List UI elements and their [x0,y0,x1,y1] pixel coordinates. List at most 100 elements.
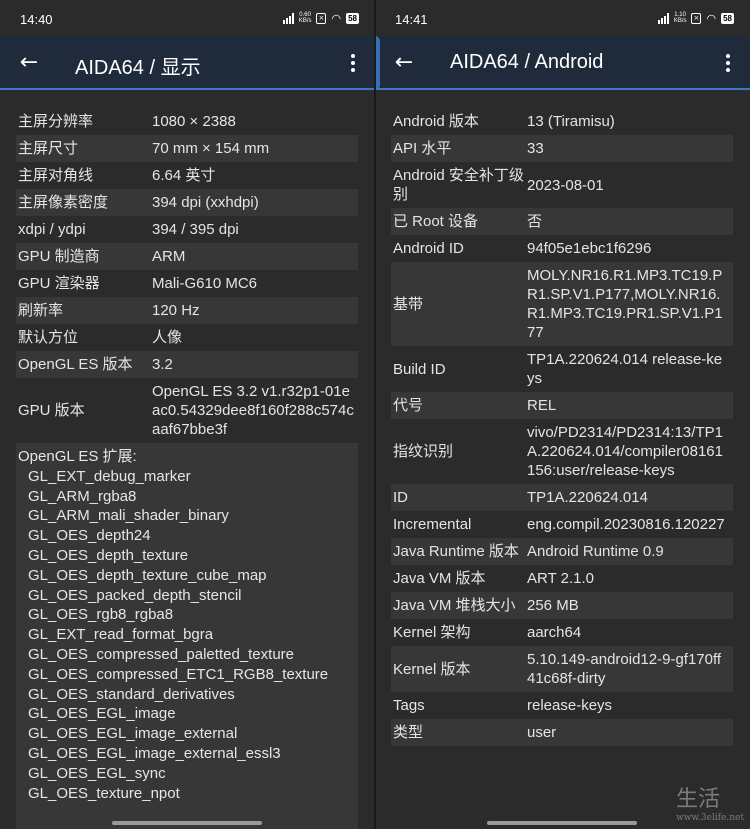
extension-item: GL_OES_compressed_ETC1_RGB8_texture [28,665,329,683]
info-value: 256 MB [527,597,579,614]
extension-item: GL_OES_rgb8_rgba8 [28,606,174,624]
info-row[interactable]: 基带 MOLY.NR16.R1.MP3.TC19.PR1.SP.V1.P177,M… [391,262,733,346]
wifi-icon: ◠ [331,11,342,25]
info-value: 13 (Tiramisu) [527,113,615,130]
right-screen: 14:41 1.10 KB/s × ◠ 58 ← AIDA64 / Android… [375,0,750,829]
info-value: release-keys [527,697,613,714]
info-row[interactable]: GPU 渲染器 Mali-G610 MC6 [16,270,358,297]
info-key: API 水平 [393,140,452,157]
home-indicator[interactable] [112,821,262,825]
info-row[interactable]: 刷新率 120 Hz [16,297,358,324]
extension-item: GL_OES_depth_texture [28,546,189,564]
info-key: OpenGL ES 版本 [18,356,133,373]
status-time: 14:40 [20,12,53,27]
signal-icon [657,12,669,24]
info-value: Android Runtime 0.9 [527,543,664,560]
info-row[interactable]: ID TP1A.220624.014 [391,484,733,511]
status-icons: 1.10 KB/s × ◠ 58 [657,12,734,24]
extension-item: GL_OES_compressed_paletted_texture [28,645,294,663]
info-key: 主屏尺寸 [18,140,79,157]
info-row[interactable]: GPU 版本 OpenGL ES 3.2 v1.r32p1-01eac0.5432… [16,378,358,443]
info-value: 70 mm × 154 mm [152,140,270,157]
info-row[interactable]: Incremental eng.compil.20230816.120227 [391,511,733,538]
info-row[interactable]: GPU 制造商 ARM [16,243,358,270]
extension-item: GL_OES_packed_depth_stencil [28,586,242,604]
info-list: 主屏分辨率 1080 × 2388 主屏尺寸 70 mm × 154 mm 主屏对角线 6… [16,108,358,829]
extension-item: GL_OES_depth_texture_cube_map [28,566,267,584]
info-row[interactable]: Android 版本 13 (Tiramisu) [391,108,733,135]
info-row[interactable]: 已 Root 设备 否 [391,208,733,235]
home-indicator[interactable] [487,821,637,825]
status-bar: 14:40 0.60 KB/s × ◠ 58 [0,0,375,36]
status-time: 14:41 [395,12,428,27]
extension-item: GL_OES_depth24 [28,527,151,545]
info-row[interactable]: Kernel 版本 5.10.149-android12-9-gf170ff41c… [391,646,733,692]
info-value: 6.64 英寸 [152,167,216,184]
signal-icon [282,12,294,24]
info-row[interactable]: Tags release-keys [391,692,733,719]
back-arrow-icon[interactable]: ← [389,48,419,78]
info-row[interactable]: Android ID 94f05e1ebc1f6296 [391,235,733,262]
info-row[interactable]: xdpi / ydpi 394 / 395 dpi [16,216,358,243]
info-row[interactable]: Java Runtime 版本 Android Runtime 0.9 [391,538,733,565]
more-vert-icon[interactable] [720,48,736,78]
info-key: 刷新率 [18,302,64,319]
info-list: Android 版本 13 (Tiramisu) API 水平 33 Android 安… [391,108,733,746]
info-key: 主屏像素密度 [18,194,109,211]
info-value: TP1A.220624.014 release-keys [527,351,723,387]
sim-off-icon: × [316,12,327,24]
info-row[interactable]: 主屏分辨率 1080 × 2388 [16,108,358,135]
info-row[interactable]: 指纹识别 vivo/PD2314/PD2314:13/TP1A.220624.01… [391,419,733,484]
info-value: 120 Hz [152,302,200,319]
info-key: Java VM 版本 [393,570,486,587]
info-value: 2023-08-01 [527,176,604,194]
info-row[interactable]: 主屏像素密度 394 dpi (xxhdpi) [16,189,358,216]
back-arrow-icon[interactable]: ← [14,48,44,78]
info-row[interactable]: OpenGL ES 版本 3.2 [16,351,358,378]
battery-icon: 58 [346,12,359,24]
info-key: 已 Root 设备 [393,213,479,230]
page-title: AIDA64 / 显示 [75,57,201,79]
info-key: Build ID [393,360,446,378]
info-value: 94f05e1ebc1f6296 [527,240,652,257]
info-row[interactable]: 代号 REL [391,392,733,419]
info-key: GPU 渲染器 [18,275,100,292]
info-row[interactable]: 主屏对角线 6.64 英寸 [16,162,358,189]
info-row[interactable]: Java VM 堆栈大小 256 MB [391,592,733,619]
more-vert-icon[interactable] [345,48,361,78]
split-divider [374,0,376,829]
info-row[interactable]: 主屏尺寸 70 mm × 154 mm [16,135,358,162]
info-value: 33 [527,140,544,157]
info-row[interactable]: API 水平 33 [391,135,733,162]
info-value: 人像 [152,329,183,346]
extension-item: GL_OES_standard_derivatives [28,685,235,703]
info-key: xdpi / ydpi [18,221,86,238]
info-value: 394 dpi (xxhdpi) [152,194,259,211]
extension-item: GL_ARM_rgba8 [28,487,137,505]
info-value: OpenGL ES 3.2 v1.r32p1-01eac0.54329dee8f… [152,383,354,438]
sim-off-icon: × [691,12,702,24]
info-key: GPU 版本 [18,402,85,419]
info-key: Android 安全补丁级别 [393,167,524,203]
left-screen: 14:40 0.60 KB/s × ◠ 58 ← AIDA64 / 显示 主屏分辨… [0,0,375,829]
info-row[interactable]: 默认方位 人像 [16,324,358,351]
info-row[interactable]: Build ID TP1A.220624.014 release-keys [391,346,733,392]
info-value: REL [527,397,557,414]
extension-item: GL_OES_EGL_sync [28,764,166,782]
info-row[interactable]: Java VM 版本 ART 2.1.0 [391,565,733,592]
info-value: eng.compil.20230816.120227 [527,516,725,533]
app-bar: ← AIDA64 / Android [375,36,750,90]
info-value: 1080 × 2388 [152,113,236,130]
status-bar: 14:41 1.10 KB/s × ◠ 58 [375,0,750,36]
info-row[interactable]: Android 安全补丁级别 2023-08-01 [391,162,733,208]
extension-item: GL_ARM_mali_shader_binary [28,507,229,525]
extension-item: GL_OES_EGL_image_external_essl3 [28,744,281,762]
info-row[interactable]: Kernel 架构 aarch64 [391,619,733,646]
info-key: GPU 制造商 [18,248,100,265]
net-speed: 1.10 KB/s [673,12,687,24]
info-key: Tags [393,697,425,714]
info-row[interactable]: 类型 user [391,719,733,746]
info-key: Java VM 堆栈大小 [393,597,516,614]
info-key: Android ID [393,240,464,257]
extension-item: GL_OES_texture_npot [28,784,180,802]
